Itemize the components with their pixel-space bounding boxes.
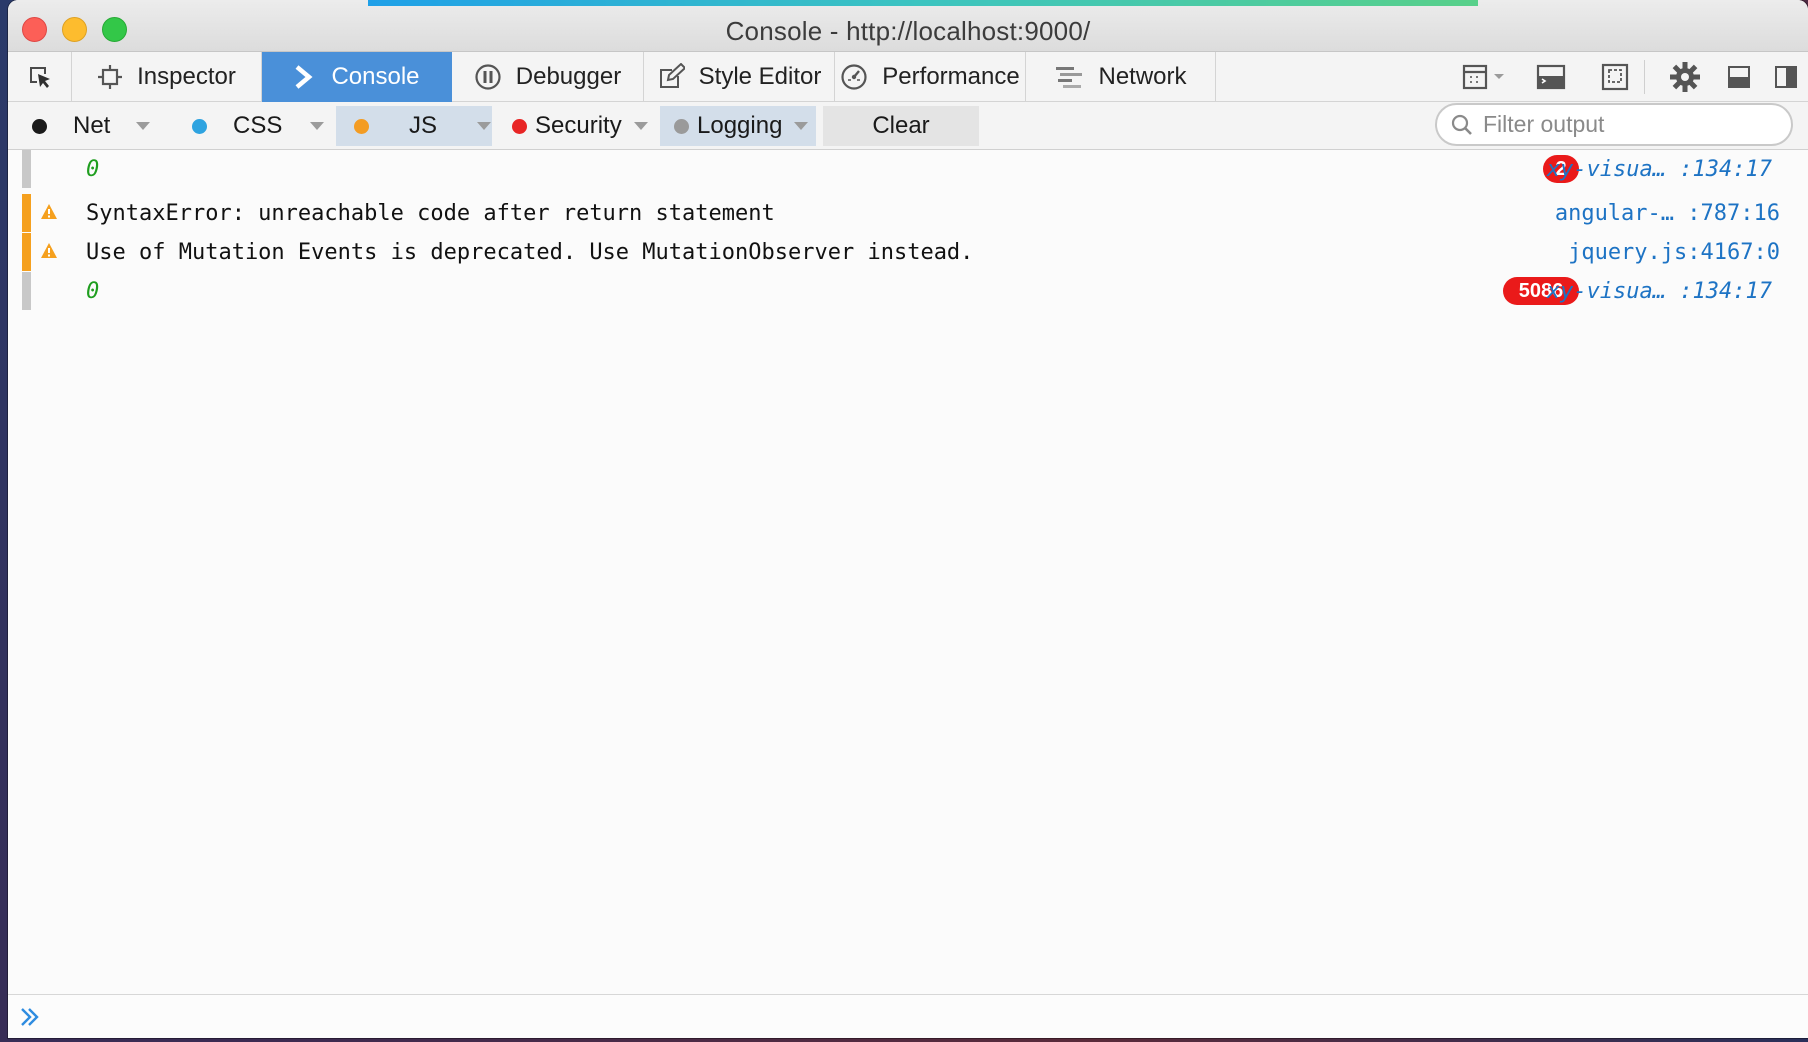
window-title: Console - http://localhost:9000/: [725, 16, 1091, 46]
warning-icon: [41, 243, 57, 258]
message-marker: [22, 150, 31, 188]
console-message: Use of Mutation Events is deprecated. Us…: [22, 233, 1794, 271]
tab-performance[interactable]: Performance: [835, 52, 1026, 102]
filter-css[interactable]: CSS: [180, 106, 332, 146]
chevron-down-icon[interactable]: [310, 122, 325, 130]
filter-net[interactable]: Net: [20, 106, 172, 146]
filter-label: Logging: [697, 112, 783, 139]
message-marker: [22, 272, 31, 310]
chevron-down-icon[interactable]: [477, 122, 492, 130]
console-message: 0 5086 xy-visua… :134:17: [22, 272, 1794, 310]
double-chevron-right-icon: [18, 1005, 52, 1029]
network-icon: [1056, 67, 1083, 88]
message-source-link[interactable]: jquery.js:4167:0: [1568, 240, 1780, 265]
tab-label: Style Editor: [698, 63, 822, 90]
toolbox-tab-bar: Inspector Console Debugger Style Editor: [8, 52, 1808, 102]
debugger-icon: [475, 64, 501, 90]
split-console-icon: [1536, 64, 1566, 90]
element-picker-button[interactable]: [8, 52, 72, 102]
clear-button[interactable]: Clear: [823, 106, 979, 146]
gear-icon: [1670, 62, 1700, 92]
tab-console[interactable]: Console: [262, 52, 452, 102]
console-icon: [296, 65, 313, 89]
filter-dot: [512, 118, 527, 134]
dock-side-icon: [1775, 66, 1797, 88]
devtools-window: Console - http://localhost:9000/ Inspect…: [8, 0, 1808, 1038]
performance-icon: [841, 64, 867, 90]
chevron-down-icon[interactable]: [136, 122, 151, 130]
message-text: 0: [86, 278, 100, 304]
dock-bottom-icon: [1728, 66, 1750, 88]
style-editor-icon: [659, 63, 685, 88]
message-text: SyntaxError: unreachable code after retu…: [86, 200, 775, 226]
filter-security[interactable]: Security: [504, 106, 656, 146]
filter-label: Net: [73, 112, 111, 139]
tab-label: Debugger: [515, 63, 622, 90]
message-marker: [22, 233, 31, 271]
filter-logging[interactable]: Logging: [660, 106, 816, 146]
console-message: SyntaxError: unreachable code after retu…: [22, 194, 1794, 232]
title-bar: Console - http://localhost:9000/: [8, 0, 1808, 52]
message-marker: [22, 194, 31, 232]
dock-bottom-button[interactable]: [1716, 52, 1762, 102]
message-source-link[interactable]: xy-visua… :134:17: [1547, 279, 1772, 304]
tab-inspector[interactable]: Inspector: [72, 52, 262, 102]
tab-label: Network: [1098, 63, 1187, 90]
responsive-mode-button[interactable]: [1582, 52, 1648, 102]
responsive-mode-icon: [1601, 63, 1629, 91]
tab-label: Inspector: [137, 63, 236, 90]
filter-label: JS: [409, 112, 438, 139]
search-icon: [1451, 114, 1472, 135]
tab-debugger[interactable]: Debugger: [452, 52, 644, 102]
filter-label: Security: [535, 112, 622, 139]
filter-dot: [32, 118, 47, 134]
toolbar-separator: [1644, 60, 1645, 94]
split-console-button[interactable]: [1518, 52, 1584, 102]
frame-select-icon: [1462, 64, 1504, 90]
message-source-link[interactable]: angular-… :787:16: [1555, 201, 1780, 226]
tab-network[interactable]: Network: [1026, 52, 1216, 102]
warning-icon: [41, 204, 57, 219]
message-source-link[interactable]: xy-visua… :134:17: [1547, 157, 1772, 182]
frame-select-button[interactable]: [1452, 52, 1518, 102]
message-text: Use of Mutation Events is deprecated. Us…: [86, 239, 974, 265]
inspector-icon: [98, 65, 123, 89]
filter-label: CSS: [233, 112, 283, 139]
chevron-down-icon[interactable]: [633, 122, 648, 130]
tab-label: Performance: [882, 63, 1020, 90]
console-input-line[interactable]: [8, 994, 1808, 1038]
filter-js[interactable]: JS: [336, 106, 492, 146]
filter-dot: [192, 118, 207, 134]
accent-strip: [368, 0, 1478, 6]
filter-output-input[interactable]: [1483, 111, 1783, 138]
console-output: 0 2 xy-visua… :134:17 SyntaxError: unrea…: [8, 150, 1808, 994]
tab-style-editor[interactable]: Style Editor: [644, 52, 835, 102]
message-text: 0: [86, 156, 100, 182]
element-picker-icon: [29, 67, 50, 88]
chevron-down-icon[interactable]: [794, 122, 809, 130]
settings-button[interactable]: [1654, 52, 1716, 102]
tab-label: Console: [331, 63, 420, 90]
console-filter-bar: Net CSS JS Security Logging Clear: [8, 102, 1808, 150]
filter-output-search[interactable]: [1435, 103, 1793, 146]
filter-dot: [674, 118, 689, 134]
filter-dot: [354, 118, 369, 134]
dock-side-button[interactable]: [1764, 52, 1808, 102]
console-message: 0 2 xy-visua… :134:17: [22, 150, 1794, 188]
